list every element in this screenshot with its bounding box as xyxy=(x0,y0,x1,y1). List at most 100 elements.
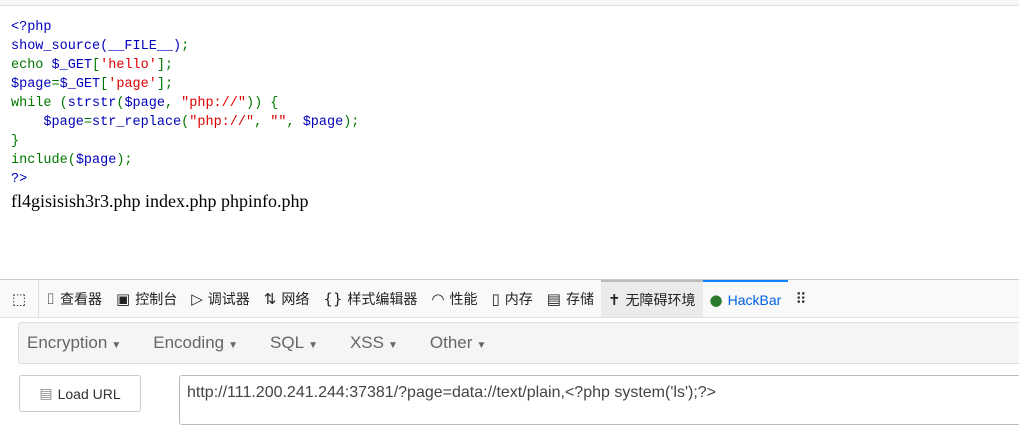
page-output: fl4gisisish3r3.php index.php phpinfo.php xyxy=(11,191,309,211)
caret-down-icon: ▼ xyxy=(308,340,318,351)
code-line: include($page); xyxy=(11,151,359,170)
devtools-tab-memory[interactable]: ▯ 内存 xyxy=(485,280,540,317)
code-line: show_source(__FILE__); xyxy=(11,37,359,56)
load-icon: ▤ xyxy=(39,385,53,401)
code-token: ?> xyxy=(11,172,28,187)
code-token: = xyxy=(83,115,93,130)
code-token: ]; xyxy=(156,77,174,92)
devtools-tab-console[interactable]: ▣ 控制台 xyxy=(109,280,184,317)
code-token: $page xyxy=(11,115,84,130)
code-token: while ( xyxy=(11,96,68,111)
code-token: [ xyxy=(92,58,101,73)
tab-label: 查看器 xyxy=(60,290,103,307)
tab-label: HackBar xyxy=(727,291,782,308)
code-token: echo xyxy=(11,58,52,73)
code-token: = xyxy=(51,77,60,92)
devtools-tab-performance[interactable]: ◠ 性能 xyxy=(424,280,484,317)
console-icon: ▣ xyxy=(116,289,131,308)
browser-toolbar-edge xyxy=(0,0,1019,6)
hackbar-menu-xss[interactable]: XSS ▼ xyxy=(350,333,410,353)
accessibility-icon: ✝ xyxy=(607,290,621,309)
menu-label: Other xyxy=(429,333,473,352)
code-token: ); xyxy=(343,115,360,130)
code-token: show_source(__FILE__) xyxy=(11,39,182,54)
code-line: } xyxy=(11,132,359,151)
menu-label: SQL xyxy=(270,333,305,352)
inspector-icon: ⌷ xyxy=(46,289,56,308)
tab-label: 网络 xyxy=(281,290,310,307)
more-tools-button[interactable]: ⠿ xyxy=(788,280,813,317)
caret-down-icon: ▼ xyxy=(228,340,239,351)
code-token: $_GET xyxy=(51,58,93,73)
code-token: ]; xyxy=(156,58,174,73)
code-token: 'hello' xyxy=(100,58,157,73)
code-token: $page xyxy=(302,115,344,130)
code-token: $page xyxy=(11,77,52,92)
code-token: ); xyxy=(116,153,133,168)
element-picker-icon: ⬚ xyxy=(11,289,27,308)
debugger-icon: ▷ xyxy=(191,289,203,308)
devtools-tab-accessibility[interactable]: ✝ 无障碍环境 xyxy=(600,280,703,317)
caret-down-icon: ▼ xyxy=(476,340,487,351)
load-url-button[interactable]: ▤ Load URL xyxy=(19,375,141,412)
hackbar-menu-encoding[interactable]: Encoding ▼ xyxy=(153,333,250,353)
tab-label: 性能 xyxy=(449,290,478,307)
code-token: } xyxy=(11,134,20,149)
devtools-toolbar: ⬚ ⌷ 查看器 ▣ 控制台 ▷ 调试器 ⇅ 网络{} 样式编辑器 ◠ 性能 ▯ 内存 ▤ 存储 ✝ 无障碍环境 ●… xyxy=(0,279,1019,318)
code-token: ; xyxy=(181,39,190,54)
code-token: <?php xyxy=(11,20,52,35)
code-token: "" xyxy=(270,115,287,130)
devtools-tab-network[interactable]: ⇅ 网络 xyxy=(257,280,317,317)
devtools-tab-hackbar[interactable]: ● HackBar xyxy=(702,280,789,317)
code-line: <?php xyxy=(11,18,359,37)
code-line: while (strstr($page, "php://")) { xyxy=(11,94,359,113)
php-source: <?php show_source(__FILE__); echo $_GET['h… xyxy=(11,18,359,189)
hackbar-menu-sql[interactable]: SQL ▼ xyxy=(270,333,330,353)
devtools-tab-storage[interactable]: ▤ 存储 xyxy=(540,280,601,317)
code-token: $page xyxy=(75,153,117,168)
storage-icon: ▤ xyxy=(546,289,561,308)
tab-label: 样式编辑器 xyxy=(347,290,418,307)
grid-icon: ⠿ xyxy=(795,289,807,308)
hackbar-icon: ● xyxy=(709,290,723,309)
code-token: "php://" xyxy=(181,96,246,111)
code-token: 'page' xyxy=(108,77,157,92)
code-token: )) { xyxy=(245,96,279,111)
element-picker-button[interactable]: ⬚ xyxy=(0,280,39,317)
code-token: "php://" xyxy=(189,115,255,130)
style-editor-icon: {} xyxy=(323,289,343,308)
tab-label: 控制台 xyxy=(135,290,178,307)
tab-label: 调试器 xyxy=(207,290,250,307)
caret-down-icon: ▼ xyxy=(388,340,398,351)
tab-label: 无障碍环境 xyxy=(625,291,696,308)
performance-icon: ◠ xyxy=(431,289,445,308)
tab-label: 内存 xyxy=(504,290,533,307)
devtools-tab-inspector[interactable]: ⌷ 查看器 xyxy=(39,280,109,317)
menu-label: XSS xyxy=(349,333,384,352)
hackbar-menu-other[interactable]: Other ▼ xyxy=(430,333,498,353)
code-token: $_GET xyxy=(59,77,101,92)
code-line: echo $_GET['hello']; xyxy=(11,56,359,75)
code-token: , xyxy=(286,115,303,130)
memory-icon: ▯ xyxy=(491,289,500,308)
caret-down-icon: ▼ xyxy=(111,340,122,351)
load-url-label: Load URL xyxy=(57,385,121,402)
hackbar-menu-encryption[interactable]: Encryption ▼ xyxy=(27,333,133,353)
code-token: , xyxy=(164,96,182,111)
menu-label: Encoding xyxy=(153,333,225,352)
url-input[interactable]: http://111.200.241.244:37381/?page=data:… xyxy=(179,375,1019,425)
code-token: str_replace xyxy=(92,115,182,130)
code-line: ?> xyxy=(11,170,359,189)
code-token: strstr xyxy=(67,96,117,111)
code-token: include( xyxy=(11,153,76,168)
hackbar-menu: Encryption ▼ Encoding ▼ SQL ▼ XSS ▼ Other ▼ xyxy=(18,322,1019,364)
menu-label: Encryption xyxy=(27,333,108,352)
devtools-tab-debugger[interactable]: ▷ 调试器 xyxy=(184,280,257,317)
tab-label: 存储 xyxy=(565,290,594,307)
code-line: $page=str_replace("php://", "", $page); xyxy=(11,113,359,132)
network-icon: ⇅ xyxy=(263,289,277,308)
code-line: $page=$_GET['page']; xyxy=(11,75,359,94)
devtools-tab-style-editor[interactable]: {} 样式编辑器 xyxy=(316,280,424,317)
code-token: $page xyxy=(124,96,165,111)
code-token: , xyxy=(254,115,271,130)
